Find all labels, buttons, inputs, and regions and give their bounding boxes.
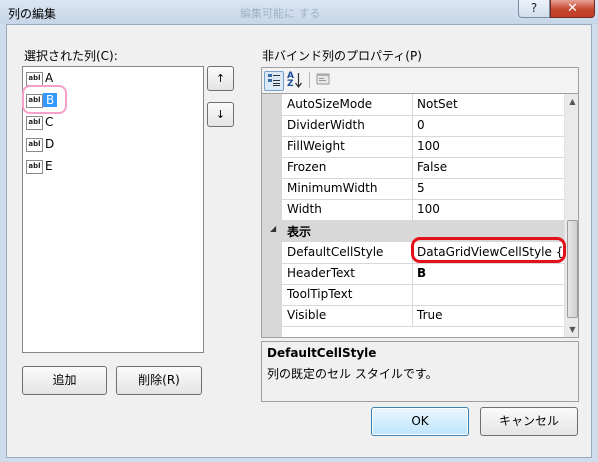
property-row-frozen[interactable]: Frozen False: [282, 157, 564, 179]
textbox-column-icon: abl: [26, 160, 43, 174]
column-label: D: [45, 137, 55, 151]
property-name: Width: [287, 202, 322, 216]
property-grid[interactable]: AutoSizeMode NotSet DividerWidth 0 FillW…: [261, 93, 579, 338]
property-row-tooltiptext[interactable]: ToolTipText: [282, 284, 564, 306]
column-label: A: [45, 71, 54, 85]
property-grid-scrollbar[interactable]: ▲ ▼: [564, 94, 578, 337]
property-value-cell[interactable]: False: [412, 157, 565, 178]
red-highlight-annotation: [411, 237, 566, 263]
close-button[interactable]: ✕: [550, 0, 595, 18]
column-label: E: [45, 159, 53, 173]
textbox-column-icon: abl: [26, 138, 43, 152]
ok-button[interactable]: OK: [371, 407, 469, 436]
list-item-c[interactable]: abl C: [26, 113, 86, 133]
arrow-down-icon: ↓: [215, 108, 226, 121]
property-value-cell[interactable]: 100: [412, 136, 565, 157]
list-item-d[interactable]: abl D: [26, 135, 86, 155]
arrow-up-icon: ↑: [215, 72, 226, 85]
categorized-icon[interactable]: [264, 71, 284, 91]
scroll-down-arrow-icon[interactable]: ▼: [565, 322, 578, 337]
property-value: True: [417, 308, 443, 322]
property-name: MinimumWidth: [287, 181, 378, 195]
property-value-cell[interactable]: [412, 284, 565, 305]
property-value: False: [417, 160, 448, 174]
property-value: 0: [417, 118, 425, 132]
description-title: DefaultCellStyle: [267, 346, 377, 360]
property-row-visible[interactable]: Visible True: [282, 305, 564, 327]
add-button[interactable]: 追加: [22, 366, 107, 395]
move-down-button[interactable]: ↓: [207, 102, 234, 127]
property-row-headertext[interactable]: HeaderText B: [282, 263, 564, 285]
property-value-cell[interactable]: NotSet: [412, 94, 565, 115]
property-value: 100: [417, 202, 440, 216]
property-name: Frozen: [287, 160, 327, 174]
property-value-cell[interactable]: 5: [412, 178, 565, 199]
pink-highlight-annotation: [22, 85, 67, 114]
column-label: C: [45, 115, 54, 129]
cancel-button[interactable]: キャンセル: [480, 407, 578, 436]
property-value: B: [417, 266, 427, 280]
property-name: DividerWidth: [287, 118, 365, 132]
description-panel: DefaultCellStyle 列の既定のセル スタイルです。: [261, 341, 579, 402]
window-title: 列の編集: [8, 7, 57, 21]
property-value: 5: [417, 181, 425, 195]
property-value-cell[interactable]: 0: [412, 115, 565, 136]
property-value-cell[interactable]: True: [412, 305, 565, 326]
property-row-fillweight[interactable]: FillWeight 100: [282, 136, 564, 158]
property-grid-gutter: [262, 94, 282, 337]
property-name: AutoSizeMode: [287, 97, 373, 111]
move-up-button[interactable]: ↑: [207, 66, 234, 91]
property-name: HeaderText: [287, 266, 355, 280]
scrollbar-thumb[interactable]: [567, 220, 578, 318]
scroll-up-arrow-icon[interactable]: ▲: [565, 94, 578, 109]
property-row-minimumwidth[interactable]: MinimumWidth 5: [282, 178, 564, 200]
category-label: 表示: [287, 225, 312, 239]
property-name: Visible: [287, 308, 327, 322]
remove-button[interactable]: 削除(R): [116, 366, 202, 395]
background-window-title: 編集可能に する: [240, 7, 321, 20]
sort-letter-z: Z: [287, 79, 294, 89]
property-pages-icon[interactable]: [314, 71, 332, 89]
property-name: DefaultCellStyle: [287, 245, 384, 259]
selected-columns-label: 選択された列(C):: [24, 49, 118, 63]
property-row-width[interactable]: Width 100: [282, 199, 564, 221]
property-row-dividerwidth[interactable]: DividerWidth 0: [282, 115, 564, 137]
property-value-cell[interactable]: 100: [412, 199, 565, 220]
property-value: 100: [417, 139, 440, 153]
toolbar-separator: [309, 72, 310, 88]
property-value: NotSet: [417, 97, 458, 111]
textbox-column-icon: abl: [26, 116, 43, 130]
textbox-column-icon: abl: [26, 72, 43, 86]
description-text: 列の既定のセル スタイルです。: [267, 367, 438, 381]
property-value-cell[interactable]: B: [412, 263, 565, 284]
property-row-autosizemode[interactable]: AutoSizeMode NotSet: [282, 94, 564, 116]
list-item-e[interactable]: abl E: [26, 157, 86, 177]
collapse-triangle-icon[interactable]: ◢: [270, 224, 276, 233]
properties-label: 非バインド列のプロパティ(P): [262, 49, 422, 63]
property-name: ToolTipText: [287, 287, 353, 301]
alphabetical-icon[interactable]: A Z: [286, 71, 304, 89]
property-grid-toolbar: A Z: [261, 67, 579, 93]
property-name: FillWeight: [287, 139, 345, 153]
help-button[interactable]: ?: [518, 0, 550, 18]
